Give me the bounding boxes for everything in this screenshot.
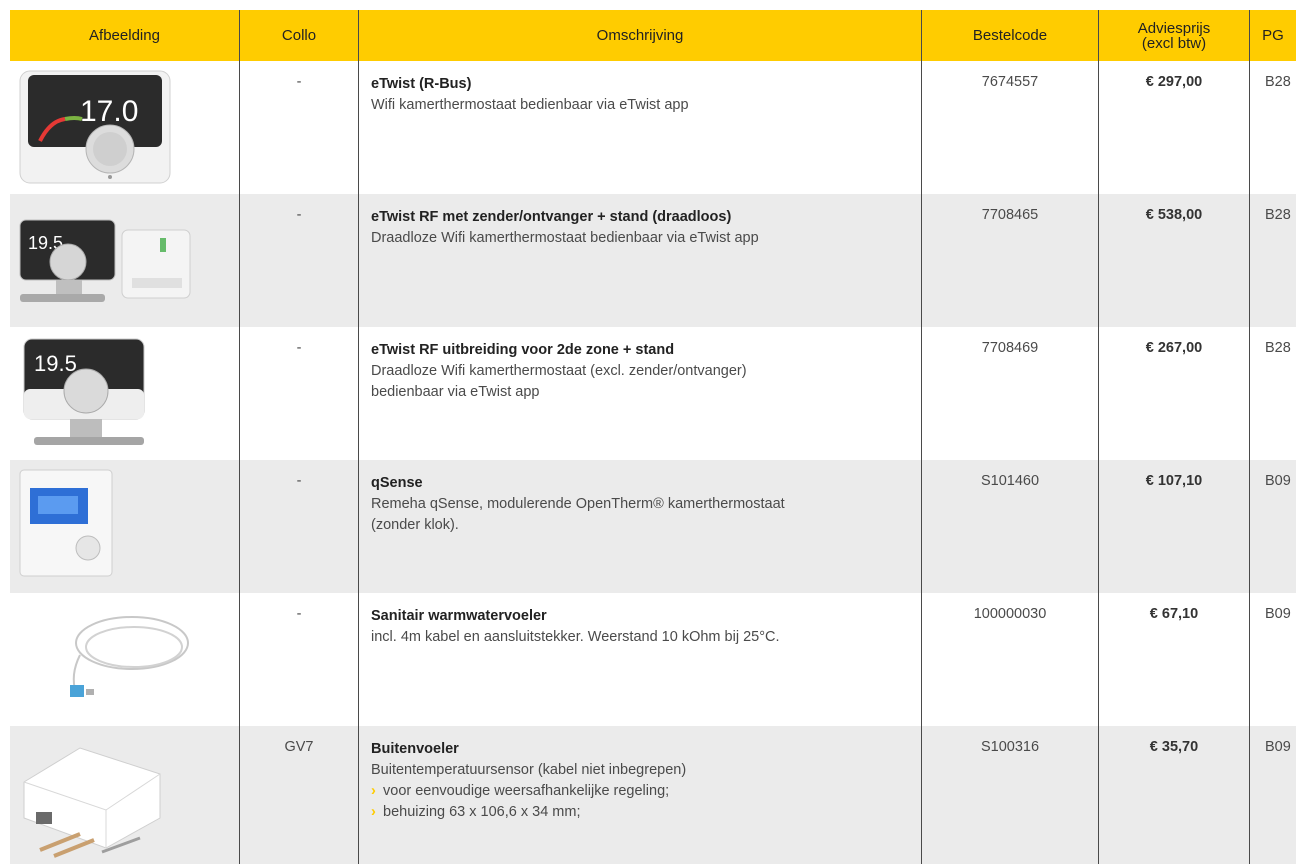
description-cell: Sanitair warmwatervoeler incl. 4m kabel …: [358, 593, 922, 726]
price-group: B09: [1249, 460, 1296, 593]
product-desc-line: (zonder klok).: [371, 517, 459, 533]
price-group: B09: [1249, 593, 1296, 726]
product-table: Afbeelding Collo Omschrijving Bestelcode…: [10, 10, 1296, 864]
price-group: B28: [1249, 194, 1296, 327]
product-desc-line: Remeha qSense, modulerende OpenTherm® ka…: [371, 496, 785, 512]
header-code: Bestelcode: [972, 27, 1048, 44]
header-pg: PG: [1249, 10, 1296, 61]
description-cell: qSense Remeha qSense, modulerende OpenTh…: [358, 460, 922, 593]
feature-bullet: › behuizing 63 x 106,6 x 34 mm;: [371, 802, 911, 823]
bullet-text: voor eenvoudige weersafhankelijke regeli…: [383, 783, 670, 799]
product-title: eTwist RF met zender/ontvanger + stand (…: [371, 209, 732, 225]
thermostat-display-text: 19.5: [34, 351, 77, 376]
product-image-etwist: 17.0: [10, 61, 239, 194]
product-image-etwist-rf-set: 19.5: [10, 194, 239, 327]
product-title: Sanitair warmwatervoeler: [371, 608, 547, 624]
collo-value: -: [239, 61, 358, 194]
order-code: S100316: [980, 739, 1040, 755]
order-code: 100000030: [973, 606, 1047, 622]
table-row: - Sanitair warmwatervoeler incl. 4m kabe…: [10, 593, 1296, 726]
collo-value: -: [239, 327, 358, 460]
price-group: B09: [1249, 726, 1296, 864]
bullet-marker: ›: [371, 783, 376, 799]
order-code: 7708465: [981, 207, 1039, 223]
table-row: 19.5 - eTwist RF uitbreiding voor 2de zo…: [10, 327, 1296, 460]
price-group: B28: [1249, 61, 1296, 194]
product-title: eTwist RF uitbreiding voor 2de zone + st…: [371, 342, 675, 358]
header-price-line1: Adviesprijs: [1137, 19, 1211, 37]
order-code: S101460: [980, 473, 1040, 489]
description-cell: eTwist RF uitbreiding voor 2de zone + st…: [358, 327, 922, 460]
collo-value: GV7: [239, 726, 358, 864]
description-cell: eTwist (R-Bus) Wifi kamerthermostaat bed…: [358, 61, 922, 194]
product-desc-line: bedienbaar via eTwist app: [371, 384, 540, 400]
price: € 267,00: [1098, 327, 1249, 460]
collo-value: -: [239, 593, 358, 726]
table-row: GV7 Buitenvoeler Buitentemperatuursensor…: [10, 726, 1296, 864]
product-image-etwist-rf-extension: 19.5: [10, 327, 239, 460]
price: € 67,10: [1098, 593, 1249, 726]
product-desc-line: Draadloze Wifi kamerthermostaat (excl. z…: [371, 363, 747, 379]
price-group: B28: [1249, 327, 1296, 460]
price: € 538,00: [1098, 194, 1249, 327]
table-row: 19.5 - eTwist RF met zender/ontvanger + …: [10, 194, 1296, 327]
product-title: qSense: [371, 475, 423, 491]
bullet-marker: ›: [371, 804, 376, 820]
table-row: 17.0 - eTwist (R-Bus) Wifi kamerthermost…: [10, 61, 1296, 194]
bullet-text: behuizing 63 x 106,6 x 34 mm;: [383, 804, 581, 820]
description-cell: Buitenvoeler Buitentemperatuursensor (ka…: [358, 726, 922, 864]
product-title: eTwist (R-Bus): [371, 76, 472, 92]
price: € 297,00: [1098, 61, 1249, 194]
feature-bullet: › voor eenvoudige weersafhankelijke rege…: [371, 781, 911, 802]
thermostat-display-text: 17.0: [80, 95, 138, 128]
table-row: - qSense Remeha qSense, modulerende Open…: [10, 460, 1296, 593]
product-title: Buitenvoeler: [371, 741, 459, 757]
header-collo: Collo: [239, 10, 358, 61]
header-price: Adviesprijs (excl btw): [1098, 10, 1249, 61]
product-desc-line: Buitentemperatuursensor (kabel niet inbe…: [371, 762, 687, 778]
product-image-water-sensor: [10, 593, 239, 726]
product-image-qsense: [10, 460, 239, 593]
price: € 35,70: [1098, 726, 1249, 864]
price: € 107,10: [1098, 460, 1249, 593]
product-desc-line: Wifi kamerthermostaat bedienbaar via eTw…: [371, 97, 689, 113]
collo-value: -: [239, 194, 358, 327]
description-cell: eTwist RF met zender/ontvanger + stand (…: [358, 194, 922, 327]
collo-value: -: [239, 460, 358, 593]
header-price-line2: (excl btw): [1141, 34, 1207, 52]
order-code: 7708469: [981, 340, 1039, 356]
header-image: Afbeelding: [89, 27, 160, 44]
header-description: Omschrijving: [358, 10, 922, 61]
product-desc-line: Draadloze Wifi kamerthermostaat bedienba…: [371, 230, 759, 246]
order-code: 7674557: [981, 74, 1039, 90]
product-image-outdoor-sensor: [10, 726, 239, 864]
table-header: Afbeelding Collo Omschrijving Bestelcode…: [10, 10, 1296, 61]
product-desc-line: incl. 4m kabel en aansluitstekker. Weers…: [371, 629, 780, 645]
